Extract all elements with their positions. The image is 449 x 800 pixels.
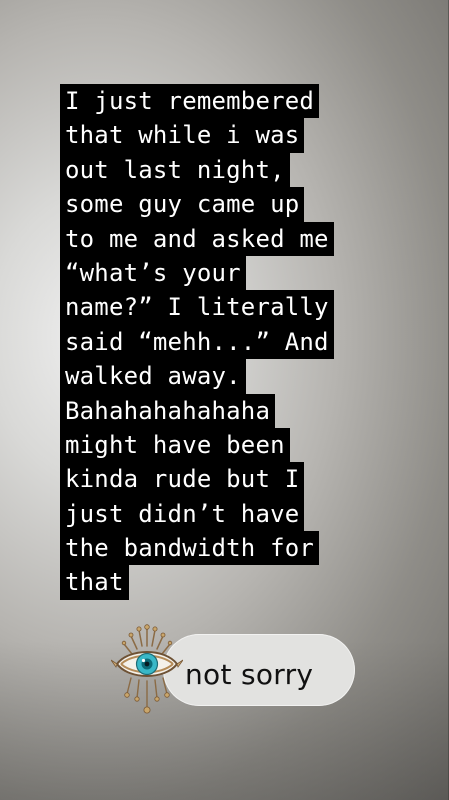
text-line: kinda rude but I <box>60 462 410 497</box>
text-line: name?” I literally <box>60 290 410 325</box>
text-line: I just remembered <box>60 84 410 119</box>
text-line: Bahahahahahaha <box>60 393 410 428</box>
text-line: might have been <box>60 427 410 463</box>
text-line: just didn’t have <box>60 496 410 532</box>
not-sorry-sticker[interactable]: not sorry <box>110 620 361 724</box>
story-canvas: I just remembered that while i was out l… <box>0 0 449 800</box>
story-text-block: I just remembered that while i was out l… <box>60 84 410 600</box>
text-line: out last night, <box>60 152 410 188</box>
text-line: the bandwidth for <box>60 531 410 566</box>
sticker-label: not sorry <box>185 658 314 691</box>
text-line: said “mehh...” And <box>60 324 410 360</box>
text-line: that <box>60 565 410 600</box>
text-line: “what’s your <box>60 255 410 291</box>
text-line: walked away. <box>60 359 410 394</box>
evil-eye-icon <box>110 620 184 724</box>
text-line: some guy came up <box>60 187 410 222</box>
text-line: that while i was <box>60 118 410 153</box>
text-line: to me and asked me <box>60 221 410 256</box>
